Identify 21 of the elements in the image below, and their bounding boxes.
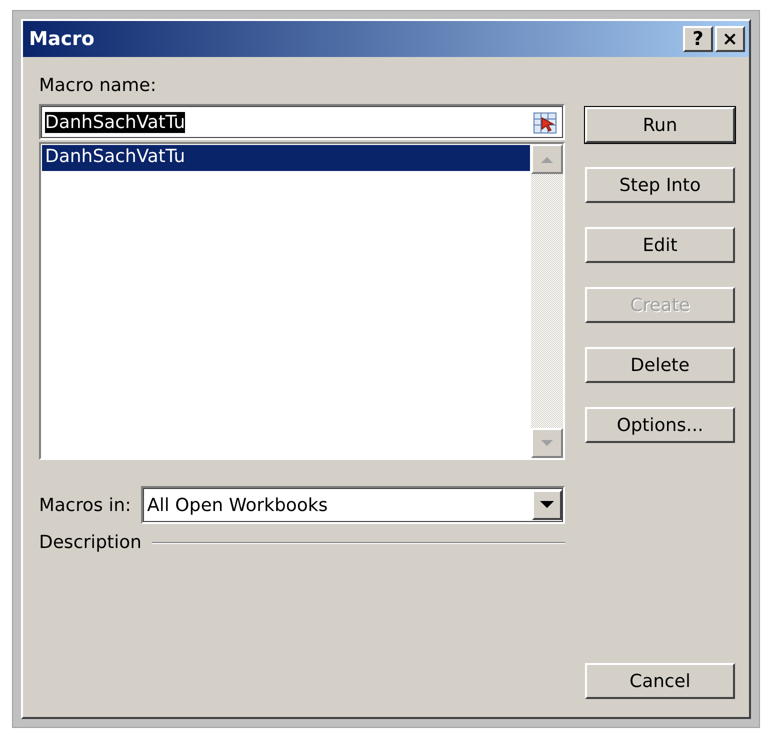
help-button[interactable]: ? [683, 26, 713, 52]
cancel-button[interactable]: Cancel [585, 663, 735, 699]
macro-name-label: Macro name: [39, 75, 158, 96]
dropdown-button[interactable] [532, 490, 562, 520]
window-title: Macro [29, 28, 96, 50]
scroll-up-icon[interactable] [531, 144, 563, 174]
macro-list-item[interactable]: DanhSachVatTu [42, 145, 530, 171]
dropdown-arrow-icon[interactable] [540, 501, 554, 509]
scrollbar[interactable] [531, 144, 563, 458]
dialog-button[interactable]: Edit [585, 227, 735, 263]
macro-name-field[interactable]: DanhSachVatTu [39, 104, 565, 140]
macros-in-dropdown[interactable]: All Open Workbooks [141, 486, 565, 524]
dialog-button[interactable]: Step Into [585, 167, 735, 203]
dialog-button[interactable]: Options... [585, 407, 735, 443]
dialog-button[interactable]: Delete [585, 347, 735, 383]
scroll-down-icon[interactable] [531, 428, 563, 458]
description-label: Description [39, 532, 142, 553]
close-button[interactable]: × [715, 26, 745, 52]
macros-in-label: Macros in: [39, 494, 132, 516]
table-cursor-icon[interactable] [533, 112, 557, 134]
dialog-button[interactable]: Run [585, 107, 735, 143]
